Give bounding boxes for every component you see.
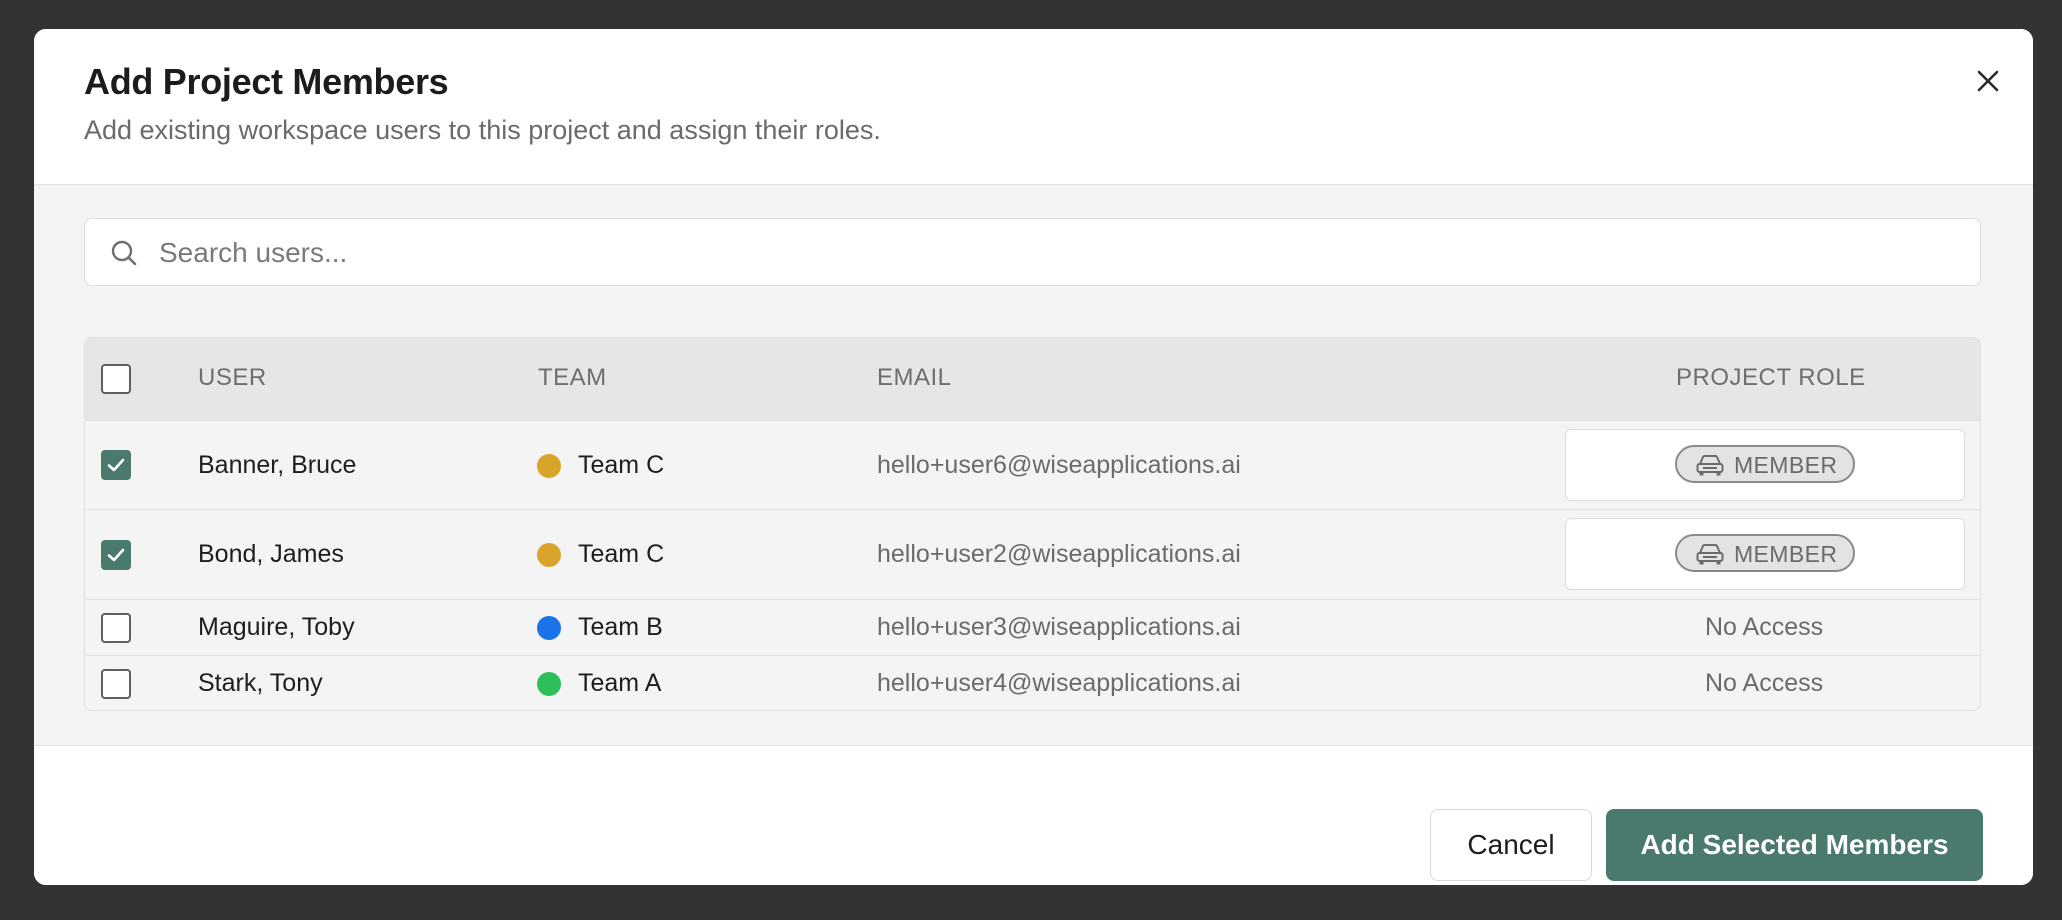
row-checkbox[interactable]: [101, 450, 131, 480]
car-icon: [1696, 455, 1724, 476]
role-selector[interactable]: MEMBER: [1565, 518, 1965, 590]
table-header: USER TEAM EMAIL PROJECT ROLE: [85, 338, 1980, 420]
search-input[interactable]: [157, 231, 1941, 275]
search-box: [84, 218, 1981, 286]
team-name: Team B: [578, 613, 663, 641]
team-name: Team C: [578, 451, 665, 479]
role-badge: MEMBER: [1675, 445, 1855, 483]
user-name: Banner, Bruce: [198, 451, 357, 479]
check-icon: [107, 458, 125, 472]
role-text[interactable]: No Access: [1705, 613, 1823, 642]
add-members-dialog: Add Project Members Add existing workspa…: [34, 29, 2033, 885]
users-table: USER TEAM EMAIL PROJECT ROLE Banner, Bru…: [84, 337, 1981, 711]
column-header-team: TEAM: [538, 364, 607, 391]
table-row: Banner, Bruce Team C hello+user6@wiseapp…: [85, 420, 1980, 510]
user-name: Bond, James: [198, 540, 344, 568]
user-email: hello+user6@wiseapplications.ai: [877, 451, 1241, 479]
user-email: hello+user4@wiseapplications.ai: [877, 669, 1241, 697]
search-icon: [111, 240, 137, 266]
dialog-header: Add Project Members Add existing workspa…: [34, 29, 2033, 185]
car-icon: [1696, 544, 1724, 565]
team-color-dot: [537, 616, 561, 640]
table-row: Stark, Tony Team A hello+user4@wiseappli…: [85, 655, 1980, 710]
team-name: Team A: [578, 669, 662, 697]
table-row: Bond, James Team C hello+user2@wiseappli…: [85, 509, 1980, 600]
user-name: Stark, Tony: [198, 669, 323, 697]
cancel-button[interactable]: Cancel: [1430, 809, 1592, 881]
dialog-body: USER TEAM EMAIL PROJECT ROLE Banner, Bru…: [34, 185, 2033, 775]
dialog-title: Add Project Members: [84, 61, 449, 102]
team-color-dot: [537, 454, 561, 478]
check-icon: [107, 548, 125, 562]
role-label: MEMBER: [1734, 452, 1838, 478]
add-selected-members-button[interactable]: Add Selected Members: [1606, 809, 1983, 881]
column-header-email: EMAIL: [877, 364, 952, 391]
close-icon: [1977, 70, 1999, 92]
row-checkbox[interactable]: [101, 613, 131, 643]
team-color-dot: [537, 543, 561, 567]
user-name: Maguire, Toby: [198, 613, 355, 641]
dialog-subtitle: Add existing workspace users to this pro…: [84, 115, 881, 145]
team-color-dot: [537, 672, 561, 696]
column-header-project-role: PROJECT ROLE: [1676, 364, 1866, 391]
role-selector[interactable]: MEMBER: [1565, 429, 1965, 501]
role-label: MEMBER: [1734, 541, 1838, 567]
dialog-footer: Cancel Add Selected Members: [34, 745, 2033, 885]
user-email: hello+user2@wiseapplications.ai: [877, 540, 1241, 568]
row-checkbox[interactable]: [101, 540, 131, 570]
table-row: Maguire, Toby Team B hello+user3@wiseapp…: [85, 599, 1980, 656]
team-name: Team C: [578, 540, 665, 568]
role-badge: MEMBER: [1675, 534, 1855, 572]
column-header-user: USER: [198, 364, 267, 391]
close-button[interactable]: [1970, 63, 2006, 99]
user-email: hello+user3@wiseapplications.ai: [877, 613, 1241, 641]
role-text[interactable]: No Access: [1705, 669, 1823, 698]
row-checkbox[interactable]: [101, 669, 131, 699]
select-all-checkbox[interactable]: [101, 364, 131, 394]
